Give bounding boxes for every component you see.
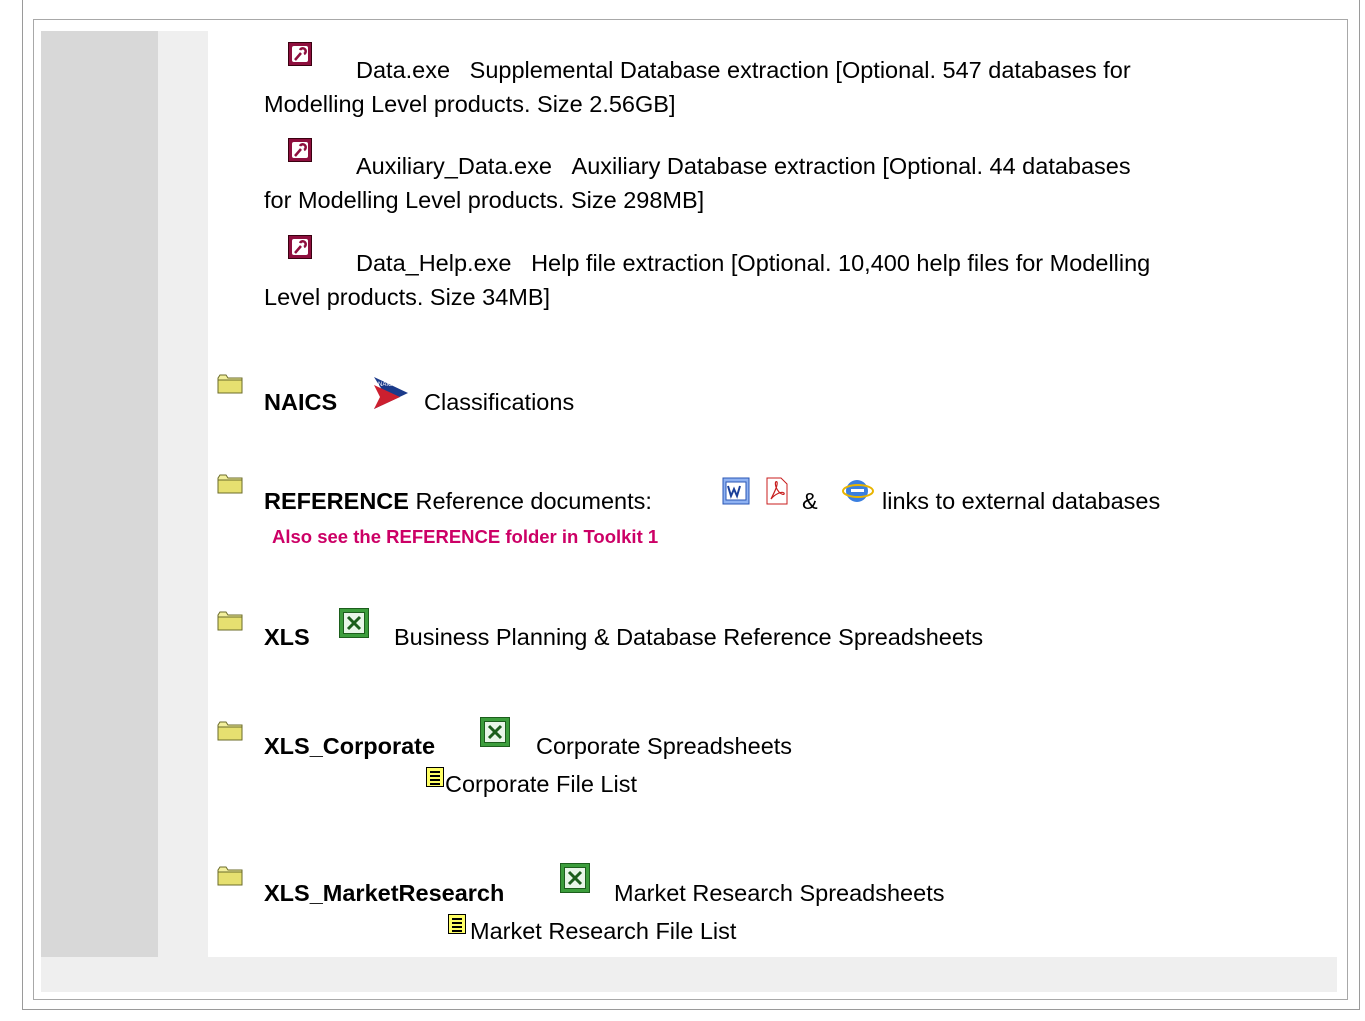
access-key-icon[interactable] <box>288 42 312 66</box>
aux-exe-link[interactable]: Auxiliary_Data.exe <box>356 153 552 179</box>
folder-icon[interactable] <box>217 866 243 886</box>
folder-xls-marketresearch-link[interactable]: XLS_MarketResearch <box>264 876 504 910</box>
word-icon <box>722 477 750 505</box>
folder-icon[interactable] <box>217 374 243 394</box>
reference-links-description: links to external databases <box>882 488 1161 514</box>
folder-xls-corporate-link[interactable]: XLS_Corporate <box>264 729 435 763</box>
help-exe-link[interactable]: Data_Help.exe <box>356 250 511 276</box>
help-exe-description: Help file extraction [Optional. 10,400 h… <box>531 250 1151 276</box>
folder-icon[interactable] <box>217 474 243 494</box>
reference-line: REFERENCE Reference documents: <box>264 484 652 518</box>
folder-icon[interactable] <box>217 611 243 631</box>
data-exe-line2: Modelling Level products. Size 2.56GB] <box>264 91 676 117</box>
excel-icon <box>339 608 369 638</box>
folder-reference-link[interactable]: REFERENCE <box>264 488 409 514</box>
corporate-file-list-link[interactable]: Corporate File List <box>445 767 637 801</box>
folder-icon[interactable] <box>217 721 243 741</box>
reference-note-link[interactable]: Also see the REFERENCE folder in Toolkit… <box>272 526 658 548</box>
reference-description: Reference documents: <box>415 488 652 514</box>
data-exe-line1: Data.exe Supplemental Database extractio… <box>356 53 1131 87</box>
indent-column <box>158 31 208 957</box>
access-key-icon[interactable] <box>288 138 312 162</box>
help-exe-line1: Data_Help.exe Help file extraction [Opti… <box>356 246 1150 280</box>
excel-icon <box>560 863 590 893</box>
market-research-file-list-link[interactable]: Market Research File List <box>470 914 736 948</box>
pdf-icon <box>766 477 788 505</box>
naics-logo-icon: NAICS <box>374 377 408 409</box>
xls-description: Business Planning & Database Reference S… <box>394 624 984 650</box>
reference-ampersand: & <box>802 488 818 514</box>
left-gray-column <box>41 31 158 957</box>
aux-exe-line1: Auxiliary_Data.exe Auxiliary Database ex… <box>356 149 1131 183</box>
bottom-strip <box>41 957 1337 992</box>
help-exe-line2: Level products. Size 34MB] <box>264 284 551 310</box>
svg-text:NAICS: NAICS <box>378 382 396 388</box>
text-file-icon[interactable] <box>426 767 444 787</box>
folder-xls-link[interactable]: XLS <box>264 620 310 654</box>
internet-explorer-icon <box>842 480 874 502</box>
data-exe-link[interactable]: Data.exe <box>356 57 450 83</box>
naics-description: Classifications <box>424 389 575 415</box>
folder-naics-link[interactable]: NAICS <box>264 385 337 419</box>
xls-corporate-description: Corporate Spreadsheets <box>536 733 793 759</box>
xls-marketresearch-description: Market Research Spreadsheets <box>614 880 945 906</box>
excel-icon <box>480 717 510 747</box>
text-file-icon[interactable] <box>448 914 466 934</box>
aux-exe-description: Auxiliary Database extraction [Optional.… <box>571 153 1131 179</box>
aux-exe-line2: for Modelling Level products. Size 298MB… <box>264 187 705 213</box>
access-key-icon[interactable] <box>288 235 312 259</box>
data-exe-description: Supplemental Database extraction [Option… <box>469 57 1131 83</box>
